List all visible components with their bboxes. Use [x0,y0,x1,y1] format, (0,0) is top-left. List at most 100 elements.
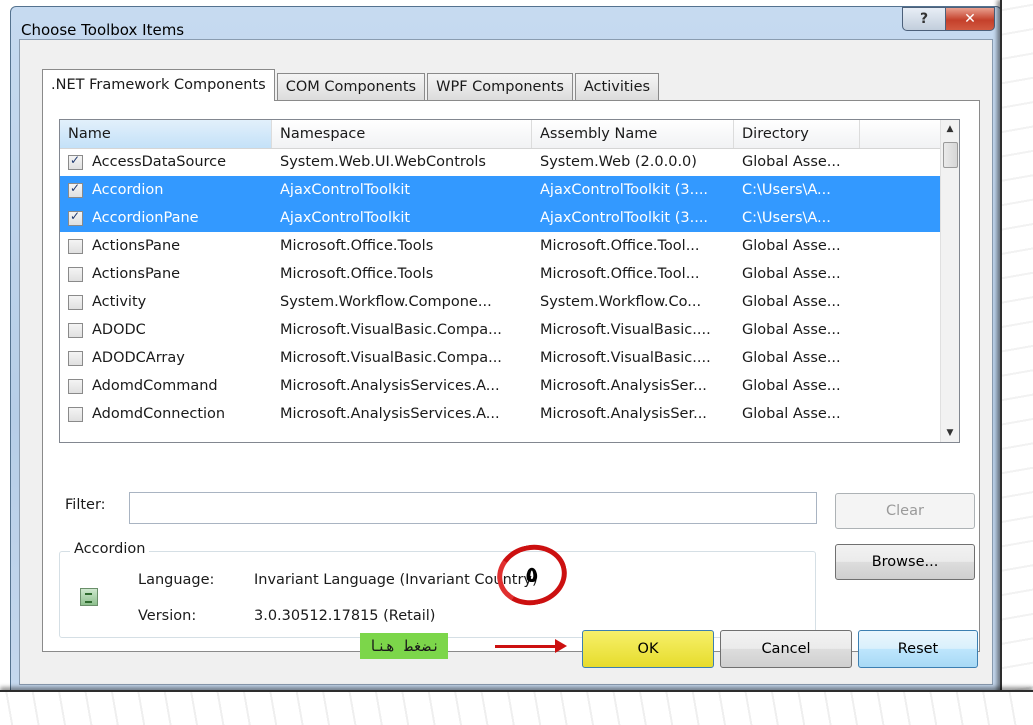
component-checkbox[interactable] [68,322,83,338]
namespace-cell: AjaxControlToolkit [280,210,411,226]
component-checkbox[interactable] [68,266,83,282]
assembly-cell: Microsoft.AnalysisSer... [540,378,707,394]
namespace-cell: System.Web.UI.WebControls [280,154,486,170]
directory-cell: Global Asse... [742,350,841,366]
component-name: Accordion [92,182,164,198]
vertical-scrollbar[interactable]: ▲ ▼ [940,120,959,442]
assembly-cell: AjaxControlToolkit (3.... [540,182,709,198]
components-list[interactable]: Name Namespace Assembly Name Directory A… [59,119,960,443]
namespace-cell: System.Workflow.Compone... [280,294,492,310]
assembly-cell: Microsoft.Office.Tool... [540,238,700,254]
help-button[interactable]: ? [902,7,946,31]
tab-strip: .NET Framework Components COM Components… [42,68,661,101]
namespace-cell: Microsoft.Office.Tools [280,238,434,254]
assembly-cell: AjaxControlToolkit (3.... [540,210,709,226]
component-name: ActionsPane [92,266,181,282]
filter-input[interactable] [129,492,817,524]
directory-cell: Global Asse... [742,238,841,254]
assembly-cell: Microsoft.Office.Tool... [540,266,700,282]
language-value: Invariant Language (Invariant Country) [254,572,538,588]
column-header-name[interactable]: Name [60,120,272,148]
directory-cell: Global Asse... [742,378,841,394]
name-cell: ADODC [60,322,272,338]
language-label: Language: [138,572,215,588]
list-item[interactable]: ADODCArray Microsoft.VisualBasic.Compa...… [60,344,940,372]
ok-button[interactable]: OK [582,630,714,668]
assembly-cell: Microsoft.AnalysisSer... [540,406,707,422]
title-bar-buttons: ? ✕ [902,7,995,31]
version-label: Version: [138,608,197,624]
list-item[interactable]: AdomdCommand Microsoft.AnalysisServices.A… [60,372,940,400]
torn-edge-right [1000,0,1033,723]
list-item[interactable]: ActionsPane Microsoft.Office.Tools Microso… [60,232,940,260]
component-checkbox[interactable] [68,406,83,422]
column-header-filler [860,120,940,148]
component-name: Activity [92,294,147,310]
namespace-cell: Microsoft.AnalysisServices.A... [280,378,500,394]
scroll-up-arrow-icon[interactable]: ▲ [941,120,959,138]
tab-net-framework-components[interactable]: .NET Framework Components [42,69,275,101]
list-item[interactable]: AdomdConnection Microsoft.AnalysisService… [60,400,940,428]
reset-button[interactable]: Reset [858,630,978,668]
list-item[interactable]: Accordion AjaxControlToolkit AjaxControlTo… [60,176,940,204]
name-cell: ActionsPane [60,238,272,254]
list-item[interactable]: ActionsPane Microsoft.Office.Tools Microso… [60,260,940,288]
list-item[interactable]: AccessDataSource System.Web.UI.WebControl… [60,148,940,176]
component-name: ADODCArray [92,350,185,366]
pointer-arrow-icon [495,639,567,653]
namespace-cell: AjaxControlToolkit [280,182,411,198]
namespace-cell: Microsoft.Office.Tools [280,266,434,282]
component-checkbox[interactable] [68,238,83,254]
column-header-namespace[interactable]: Namespace [272,120,532,148]
component-icon [80,588,98,606]
name-cell: Activity [60,294,272,310]
component-checkbox[interactable] [68,378,83,394]
directory-cell: Global Asse... [742,266,841,282]
assembly-cell: Microsoft.VisualBasic.... [540,350,711,366]
name-cell: ADODCArray [60,350,272,366]
list-item[interactable]: ADODC Microsoft.VisualBasic.Compa... Micro… [60,316,940,344]
step-digit: ٥ [525,562,539,588]
torn-edge-bottom [0,690,1033,725]
column-header-assembly-name[interactable]: Assembly Name [532,120,734,148]
component-name: AccordionPane [92,210,199,226]
close-button[interactable]: ✕ [946,7,995,31]
assembly-cell: System.Workflow.Co... [540,294,702,310]
assembly-cell: System.Web (2.0.0.0) [540,154,697,170]
name-cell: AccordionPane [60,210,272,226]
click-here-hint: نضغط هنا [360,633,449,659]
directory-cell: C:\Users\A... [742,210,831,226]
component-checkbox[interactable] [68,294,83,310]
component-name: ActionsPane [92,238,181,254]
scroll-down-arrow-icon[interactable]: ▼ [941,424,959,442]
list-item[interactable]: Activity System.Workflow.Compone... System… [60,288,940,316]
details-component-name: Accordion [70,541,150,557]
name-cell: AdomdCommand [60,378,272,394]
component-details-group: Accordion Language: Invariant Language (… [59,541,816,638]
dialog-title: Choose Toolbox Items [21,21,185,39]
list-item[interactable]: AccordionPane AjaxControlToolkit AjaxContr… [60,204,940,232]
name-cell: Accordion [60,182,272,198]
component-name: AdomdCommand [92,378,218,394]
tab-com-components[interactable]: COM Components [276,73,426,100]
column-header-directory[interactable]: Directory [734,120,860,148]
browse-button[interactable]: Browse... [835,544,975,580]
directory-cell: Global Asse... [742,294,841,310]
filter-label: Filter: [65,497,106,513]
component-checkbox[interactable] [68,154,83,170]
scroll-thumb[interactable] [943,142,958,168]
name-cell: AccessDataSource [60,154,272,170]
namespace-cell: Microsoft.VisualBasic.Compa... [280,350,502,366]
directory-cell: Global Asse... [742,154,841,170]
tab-wpf-components[interactable]: WPF Components [427,73,573,100]
cancel-button[interactable]: Cancel [720,630,852,668]
component-checkbox[interactable] [68,182,83,198]
clear-button[interactable]: Clear [835,493,975,529]
tab-activities[interactable]: Activities [574,73,660,100]
name-cell: AdomdConnection [60,406,272,422]
component-checkbox[interactable] [68,350,83,366]
name-cell: ActionsPane [60,266,272,282]
component-name: AdomdConnection [92,406,226,422]
component-name: AccessDataSource [92,154,227,170]
component-checkbox[interactable] [68,210,83,226]
